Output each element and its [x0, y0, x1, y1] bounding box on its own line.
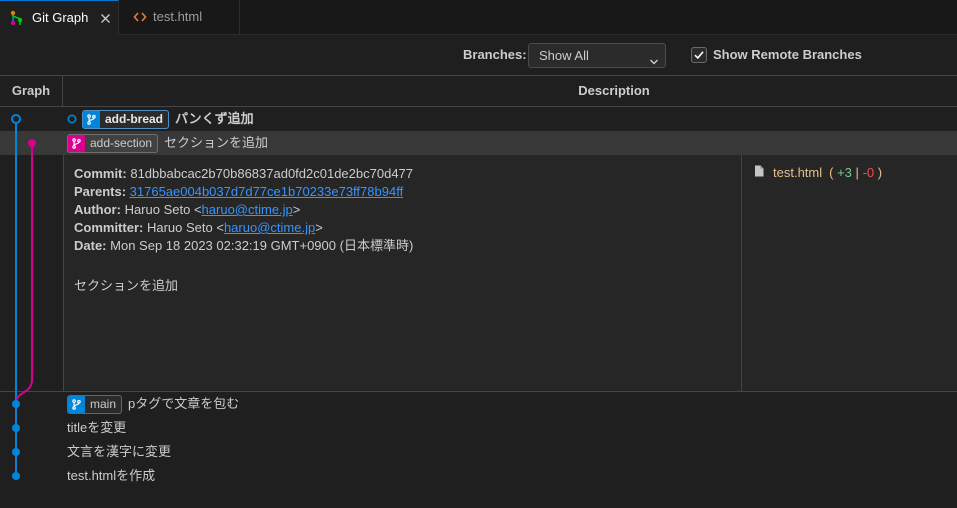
head-indicator-icon	[67, 114, 77, 124]
author-line: Author: Haruo Seto <haruo@ctime.jp>	[74, 201, 741, 219]
chevron-down-icon	[649, 51, 659, 74]
branch-icon	[68, 134, 85, 152]
branches-dropdown-value: Show All	[539, 48, 589, 63]
commit-node-head[interactable]	[11, 114, 21, 124]
column-header-description: Description	[578, 83, 650, 98]
commit-message: test.htmlを作成	[67, 468, 156, 483]
branch-badge[interactable]: add-section	[67, 133, 159, 153]
html-file-icon	[133, 11, 147, 26]
email-close-bracket: >	[315, 220, 323, 235]
commit-row[interactable]: main pタグで文章を包む	[0, 392, 957, 416]
commit-hash: 81dbbabcac2b70b86837ad0fd2c01de2bc70d477	[130, 166, 414, 181]
author-label: Author:	[74, 202, 121, 217]
commit-node[interactable]	[12, 448, 20, 456]
parents-line: Parents: 31765ae004b037d7d77ce1b70233e73…	[74, 183, 741, 201]
branch-badge-label: add-bread	[105, 111, 164, 126]
parents-label: Parents:	[74, 184, 127, 199]
stats-open-paren: (	[829, 164, 834, 180]
email-open-bracket: <	[193, 202, 202, 217]
tab-git-graph[interactable]: Git Graph	[0, 0, 119, 36]
commit-node[interactable]	[28, 139, 36, 147]
commit-row[interactable]: titleを変更	[0, 416, 957, 440]
committer-line: Committer: Haruo Seto <haruo@ctime.jp>	[74, 219, 741, 237]
commit-details-panel: Commit: 81dbbabcac2b70b86837ad0fd2c01de2…	[0, 155, 957, 392]
commit-row[interactable]: 文言を漢字に変更	[0, 440, 957, 464]
branch-badge-label: main	[90, 396, 117, 411]
committer-name: Haruo Seto	[146, 220, 213, 235]
date-line: Date: Mon Sep 18 2023 02:32:19 GMT+0900 …	[74, 237, 741, 255]
commit-message: 文言を漢字に変更	[67, 444, 172, 459]
date-label: Date:	[74, 238, 107, 253]
column-header-graph: Graph	[0, 76, 63, 106]
commit-graph	[11, 114, 36, 480]
commit-node[interactable]	[12, 472, 20, 480]
committer-label: Committer:	[74, 220, 144, 235]
commit-row[interactable]: test.htmlを作成	[0, 464, 957, 488]
changed-files-panel: test.html ( +3 | -0 )	[741, 155, 957, 391]
commit-node[interactable]	[12, 424, 20, 432]
controls-bar: Branches: Show All Show Remote Branches	[0, 35, 957, 75]
email-close-bracket: >	[292, 202, 301, 217]
commit-message: titleを変更	[67, 420, 127, 435]
author-name: Haruo Seto	[124, 202, 191, 217]
branch-line-add-section	[15, 143, 33, 405]
additions-count: +3	[837, 164, 852, 180]
deletions-count: -0	[862, 164, 875, 180]
stats-separator: |	[855, 164, 859, 180]
show-remote-branches-checkbox[interactable]	[691, 47, 707, 63]
commit-message: パンくず追加	[175, 111, 254, 126]
commit-details-summary: Commit: 81dbbabcac2b70b86837ad0fd2c01de2…	[63, 155, 741, 391]
commit-node[interactable]	[12, 400, 20, 408]
commit-message: pタグで文章を包む	[128, 396, 240, 411]
file-change-stats: ( +3 | -0 )	[829, 165, 882, 180]
editor-tab-bar: Git Graph test.html	[0, 0, 957, 36]
branch-icon	[68, 395, 85, 413]
changed-file-name[interactable]: test.html	[773, 165, 822, 180]
commit-row[interactable]: add-bread パンくず追加	[0, 107, 957, 131]
close-icon[interactable]	[99, 12, 112, 25]
tab-label: test.html	[153, 9, 203, 24]
stats-close-paren: )	[877, 164, 883, 180]
commit-row-selected[interactable]: add-section セクションを追加	[0, 131, 957, 155]
branch-badge[interactable]: main	[67, 394, 123, 414]
tab-test-html[interactable]: test.html	[119, 0, 240, 35]
tab-label: Git Graph	[32, 10, 89, 25]
commit-message: セクションを追加	[164, 135, 269, 150]
branch-badge-label: add-section	[90, 135, 153, 150]
parent-hash-link[interactable]: 31765ae004b037d7d77ce1b70233e73ff78b94ff	[130, 184, 404, 199]
commit-full-message: セクションを追加	[74, 278, 179, 293]
email-open-bracket: <	[216, 220, 224, 235]
branches-label: Branches:	[463, 47, 527, 62]
committer-email-link[interactable]: haruo@ctime.jp	[224, 220, 315, 235]
checkmark-icon	[694, 51, 704, 60]
file-icon	[754, 165, 764, 180]
git-graph-icon	[10, 10, 24, 30]
show-remote-branches-label[interactable]: Show Remote Branches	[713, 35, 862, 75]
changed-file-item[interactable]: test.html ( +3 | -0 )	[754, 163, 882, 181]
commit-hash-line: Commit: 81dbbabcac2b70b86837ad0fd2c01de2…	[74, 165, 741, 183]
branch-badge[interactable]: add-bread	[82, 109, 170, 129]
branches-dropdown[interactable]: Show All	[528, 43, 666, 68]
commit-date: Mon Sep 18 2023 02:32:19 GMT+0900 (日本標準時…	[110, 238, 414, 253]
commit-label: Commit:	[74, 166, 127, 181]
author-email-link[interactable]: haruo@ctime.jp	[202, 202, 293, 217]
table-header: Graph Description	[0, 75, 957, 107]
branch-icon	[83, 110, 100, 128]
